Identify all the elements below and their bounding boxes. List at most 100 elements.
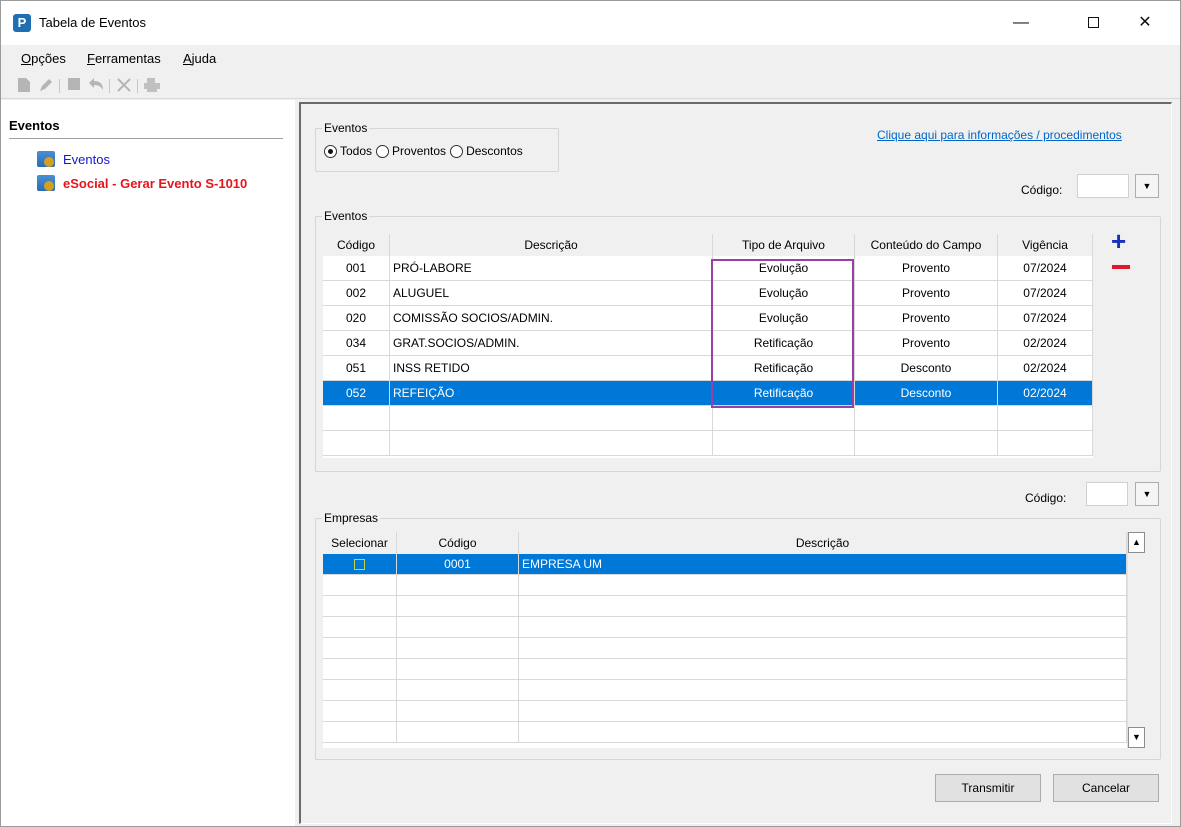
table-row[interactable]: 020 COMISSÃO SOCIOS/ADMIN. Evolução Provent… [323, 306, 1093, 331]
table-row[interactable]: 051 INSS RETIDO Retificação Desconto 02/2024 [323, 356, 1093, 381]
cell-descricao [519, 596, 1127, 616]
cell-codigo: 001 [323, 256, 390, 280]
col-vigencia[interactable]: Vigência [998, 234, 1093, 256]
cell-codigo [397, 722, 519, 742]
menu-ajuda-accel: A [183, 51, 192, 66]
radio-todos-label[interactable]: Todos [340, 144, 372, 158]
cell-codigo: 034 [323, 331, 390, 355]
sidebar-item-eventos[interactable]: Eventos [37, 151, 110, 167]
cell-selecionar [323, 722, 397, 742]
radio-descontos[interactable] [450, 144, 464, 158]
empresas-scrollbar[interactable]: ▲ ▼ [1127, 532, 1145, 748]
eventos-codigo-dropdown[interactable]: ▼ [1135, 174, 1159, 198]
filter-legend: Eventos [322, 121, 370, 135]
cell-conteudo: Provento [855, 306, 998, 330]
table-row[interactable]: 001 PRÓ-LABORE Evolução Provento 07/2024 [323, 256, 1093, 281]
col-empresa-descricao[interactable]: Descrição [519, 532, 1127, 554]
cell-selecionar [323, 617, 397, 637]
cell-conteudo: Desconto [855, 356, 998, 380]
cell-codigo: 0001 [397, 554, 519, 574]
cell-conteudo: Provento [855, 281, 998, 305]
edit-icon[interactable] [37, 77, 55, 95]
menu-ajuda[interactable]: Ajuda [183, 51, 216, 66]
cell-vigencia: 07/2024 [998, 281, 1093, 305]
col-selecionar[interactable]: Selecionar [323, 532, 397, 554]
sidebar-item-esocial[interactable]: eSocial - Gerar Evento S-1010 [37, 175, 247, 191]
table-row[interactable] [323, 617, 1127, 638]
table-row[interactable] [323, 575, 1127, 596]
menu-ajuda-label: juda [191, 51, 217, 66]
table-row[interactable] [323, 659, 1127, 680]
cell-descricao [519, 722, 1127, 742]
radio-proventos[interactable] [376, 144, 390, 158]
menu-ferramentas[interactable]: Ferramentas [87, 51, 161, 66]
cell-descricao: GRAT.SOCIOS/ADMIN. [390, 331, 713, 355]
table-row[interactable]: 052 REFEIÇÃO Retificação Desconto 02/2024 [323, 381, 1093, 406]
cell-vigencia: 02/2024 [998, 331, 1093, 355]
cell-codigo [397, 659, 519, 679]
sidebar: Eventos Eventos eSocial - Gerar Evento S… [1, 100, 295, 826]
table-row[interactable] [323, 596, 1127, 617]
empresas-codigo-label: Código: [1025, 491, 1067, 505]
empresas-codigo-dropdown[interactable]: ▼ [1135, 482, 1159, 506]
table-row[interactable]: 002 ALUGUEL Evolução Provento 07/2024 [323, 281, 1093, 306]
empresas-codigo-input[interactable] [1086, 482, 1128, 506]
delete-icon[interactable] [115, 77, 133, 95]
cell-selecionar [323, 680, 397, 700]
table-row[interactable] [323, 680, 1127, 701]
cell-codigo [323, 406, 390, 430]
radio-proventos-label[interactable]: Proventos [392, 144, 446, 158]
remove-event-button[interactable] [1112, 265, 1130, 269]
title-bar: P Tabela de Eventos — ✕ [1, 1, 1180, 45]
cancelar-button[interactable]: Cancelar [1053, 774, 1159, 802]
eventos-codigo-label: Código: [1021, 183, 1063, 197]
maximize-icon [1087, 17, 1099, 29]
table-row[interactable] [323, 431, 1093, 456]
cell-conteudo: Provento [855, 256, 998, 280]
scroll-up-button[interactable]: ▲ [1128, 532, 1145, 553]
new-icon[interactable] [15, 77, 33, 95]
empresas-table: Selecionar Código Descrição 0001 EMPRESA … [323, 532, 1127, 748]
maximize-button[interactable] [1070, 1, 1116, 45]
select-checkbox[interactable] [354, 559, 365, 571]
radio-todos[interactable] [324, 144, 337, 158]
cell-codigo [397, 617, 519, 637]
radio-descontos-label[interactable]: Descontos [466, 144, 523, 158]
col-tipo-arquivo[interactable]: Tipo de Arquivo [713, 234, 855, 256]
info-link[interactable]: Clique aqui para informações / procedime… [877, 128, 1122, 142]
close-button[interactable]: ✕ [1122, 1, 1168, 45]
cell-vigencia: 07/2024 [998, 306, 1093, 330]
menu-opcoes[interactable]: Opções [21, 51, 66, 66]
table-row[interactable] [323, 406, 1093, 431]
table-row[interactable]: 0001 EMPRESA UM [323, 554, 1127, 575]
cell-codigo: 020 [323, 306, 390, 330]
cell-conteudo: Provento [855, 331, 998, 355]
toolbar-separator [109, 79, 110, 93]
minimize-button[interactable]: — [998, 1, 1044, 45]
col-descricao[interactable]: Descrição [390, 234, 713, 256]
table-row[interactable] [323, 638, 1127, 659]
transmitir-button[interactable]: Transmitir [935, 774, 1041, 802]
cell-codigo: 002 [323, 281, 390, 305]
cell-codigo [323, 431, 390, 455]
scroll-down-button[interactable]: ▼ [1128, 727, 1145, 748]
empresas-legend: Empresas [322, 511, 381, 525]
col-codigo[interactable]: Código [323, 234, 390, 256]
undo-icon[interactable] [87, 77, 105, 95]
col-conteudo-campo[interactable]: Conteúdo do Campo [855, 234, 998, 256]
cell-descricao [390, 406, 713, 430]
cell-descricao: REFEIÇÃO [390, 381, 713, 405]
cell-vigencia: 07/2024 [998, 256, 1093, 280]
cell-tipo [713, 431, 855, 455]
table-row[interactable]: 034 GRAT.SOCIOS/ADMIN. Retificação Provento… [323, 331, 1093, 356]
app-logo-icon: P [13, 14, 31, 32]
eventos-codigo-input[interactable] [1077, 174, 1129, 198]
table-row[interactable] [323, 722, 1127, 743]
col-empresa-codigo[interactable]: Código [397, 532, 519, 554]
table-row[interactable] [323, 701, 1127, 722]
add-event-button[interactable]: + [1111, 228, 1126, 254]
print-icon[interactable] [143, 77, 161, 95]
cell-tipo [713, 406, 855, 430]
filter-radio-group: Todos Proventos Descontos [324, 144, 527, 158]
save-icon[interactable] [65, 77, 83, 95]
